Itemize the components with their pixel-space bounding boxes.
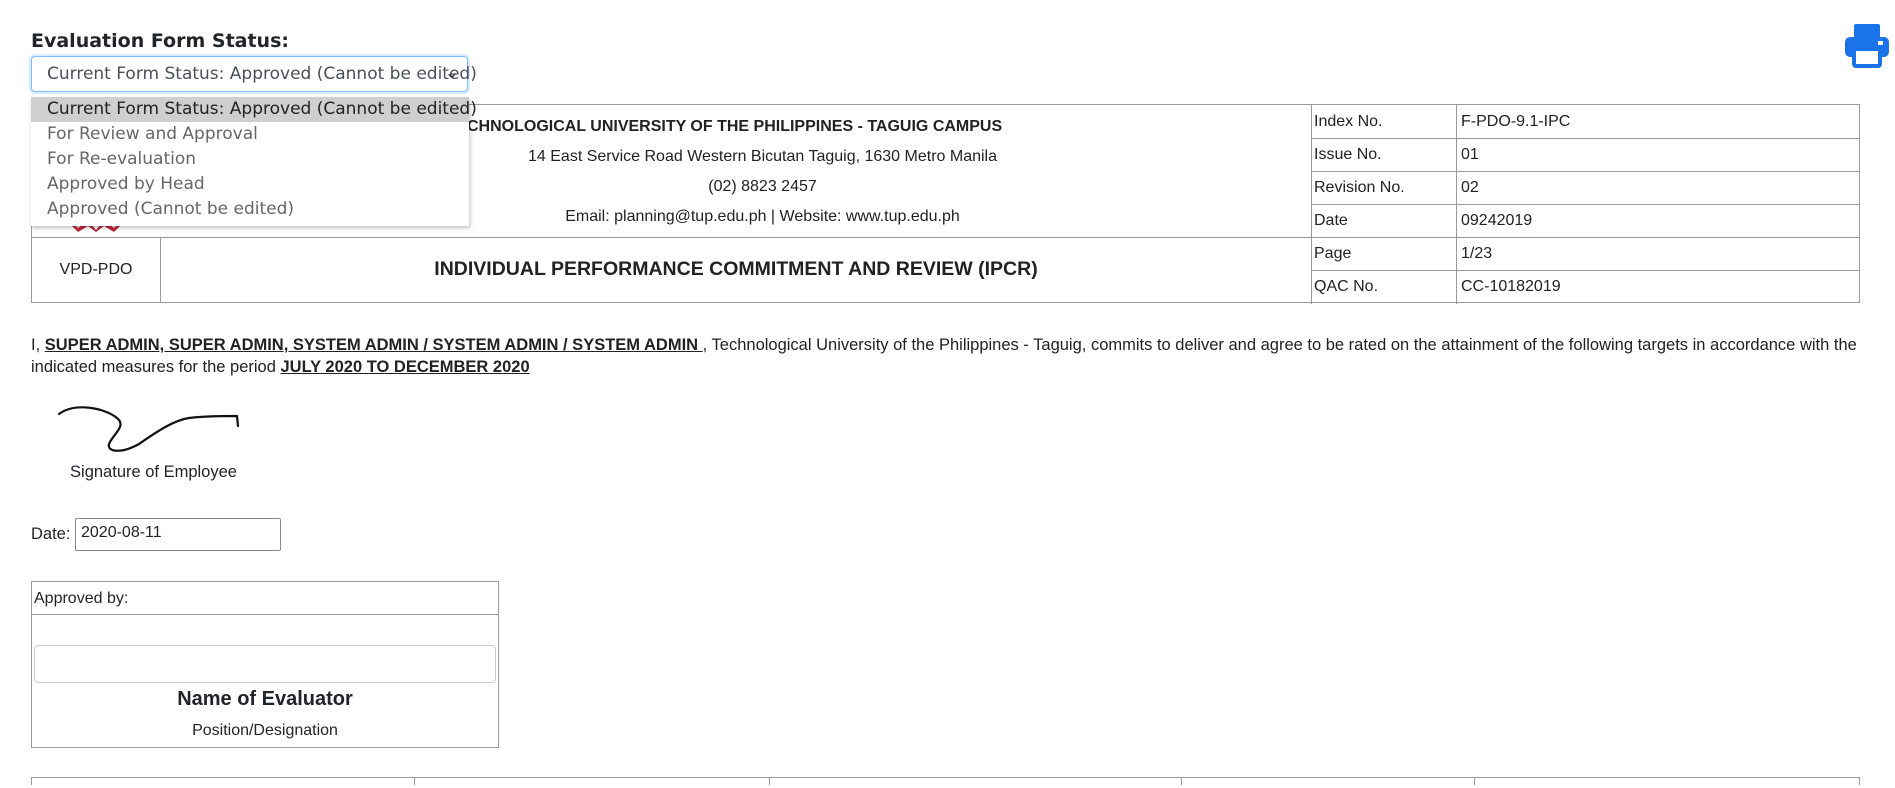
table-divider xyxy=(1859,777,1860,785)
commitment-statement: I, SUPER ADMIN, SUPER ADMIN, SYSTEM ADMI… xyxy=(31,334,1866,378)
signature-label: Signature of Employee xyxy=(70,463,237,481)
meta-value: 02 xyxy=(1461,179,1479,196)
rating-period: JULY 2020 TO DECEMBER 2020 xyxy=(280,358,530,376)
evaluator-position-label: Position/Designation xyxy=(192,722,338,739)
meta-value: 01 xyxy=(1461,146,1479,163)
form-status-label: Evaluation Form Status: xyxy=(31,30,289,52)
form-status-option[interactable]: For Re-evaluation xyxy=(31,147,469,172)
meta-label: Page xyxy=(1314,245,1352,262)
form-status-options: Current Form Status: Approved (Cannot be… xyxy=(31,97,477,226)
form-status-option[interactable]: Approved by Head xyxy=(31,172,469,197)
form-status-select[interactable]: Current Form Status: Approved (Cannot be… xyxy=(31,56,477,92)
office-code: VPD-PDO xyxy=(59,261,133,278)
approval-divider xyxy=(31,614,499,615)
table-divider xyxy=(414,777,415,785)
date-field[interactable]: 2020-08-11 xyxy=(75,518,281,551)
print-icon[interactable] xyxy=(1843,22,1891,68)
form-status-option[interactable]: For Review and Approval xyxy=(31,122,469,147)
meta-label: Date xyxy=(1314,212,1348,229)
meta-value: CC-10182019 xyxy=(1461,278,1561,295)
university-name: CHNOLOGICAL UNIVERSITY OF THE PHILIPPINE… xyxy=(467,118,1003,135)
meta-value: 1/23 xyxy=(1461,245,1493,262)
meta-label: QAC No. xyxy=(1314,278,1379,295)
meta-value: 09242019 xyxy=(1461,212,1533,229)
table-divider xyxy=(1181,777,1182,785)
date-label: Date: xyxy=(31,525,71,543)
form-status-selected-value: Current Form Status: Approved (Cannot be… xyxy=(47,64,477,84)
meta-value: F-PDO-9.1-IPC xyxy=(1461,113,1571,130)
approved-by-label: Approved by: xyxy=(34,590,129,607)
evaluator-signature-field[interactable] xyxy=(34,645,496,683)
meta-label: Issue No. xyxy=(1314,146,1382,163)
form-status-option[interactable]: Current Form Status: Approved (Cannot be… xyxy=(31,97,477,122)
employee-signature xyxy=(57,406,240,452)
meta-label: Index No. xyxy=(1314,113,1383,130)
table-divider xyxy=(31,777,32,785)
commitment-prefix: I, xyxy=(31,336,45,354)
employee-names: SUPER ADMIN, SUPER ADMIN, SYSTEM ADMIN /… xyxy=(44,336,703,354)
meta-label: Revision No. xyxy=(1314,179,1405,196)
evaluator-name-label: Name of Evaluator xyxy=(177,688,353,710)
table-divider xyxy=(769,777,770,785)
chevron-down-icon: ⌄ xyxy=(444,63,459,83)
form-status-option[interactable]: Approved (Cannot be edited) xyxy=(31,197,469,222)
table-divider xyxy=(1474,777,1475,785)
form-title: INDIVIDUAL PERFORMANCE COMMITMENT AND RE… xyxy=(434,258,1038,280)
